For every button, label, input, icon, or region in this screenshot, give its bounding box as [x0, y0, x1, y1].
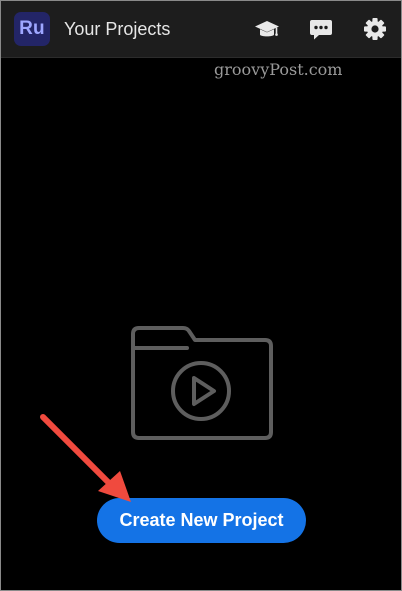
settings-button[interactable] [361, 15, 389, 43]
app-logo: Ru [14, 12, 50, 46]
app-header: Ru Your Projects [1, 1, 401, 58]
graduation-cap-icon [255, 21, 279, 37]
feedback-button[interactable] [307, 15, 335, 43]
gear-icon [364, 18, 386, 40]
empty-state-illustration [129, 324, 273, 444]
page-title: Your Projects [64, 19, 171, 39]
speech-bubble-icon [310, 20, 332, 40]
annotation-arrow [31, 401, 141, 511]
watermark: groovyPost.com [214, 60, 343, 79]
arrow-icon [40, 414, 131, 502]
folder-play-icon [131, 326, 273, 440]
tutorials-button[interactable] [253, 15, 281, 43]
app-window: Ru Your Projects groovyPost.com Create N… [0, 0, 402, 591]
